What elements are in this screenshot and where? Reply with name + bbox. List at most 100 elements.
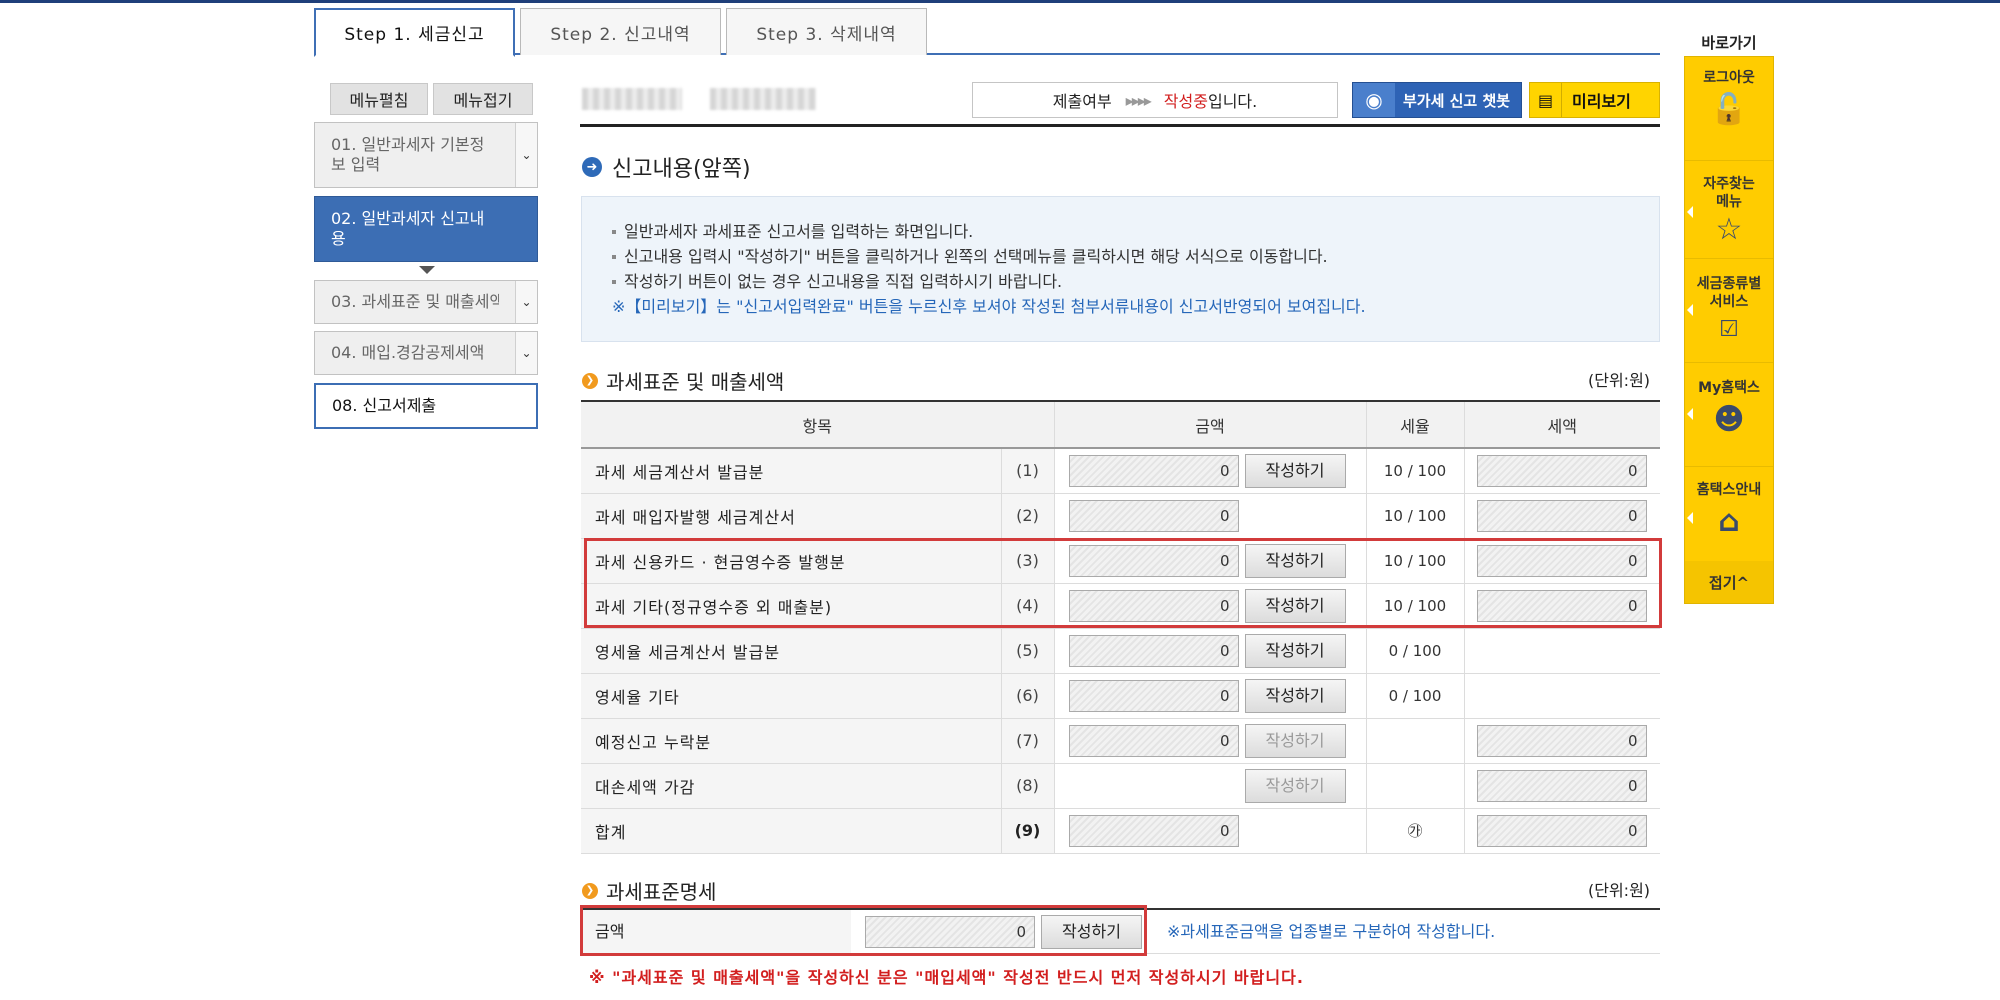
tax-cell: 0 <box>1463 448 1660 494</box>
chevron-down-icon[interactable]: ⌄ <box>515 123 537 187</box>
amount-input[interactable]: 0 <box>1068 814 1239 847</box>
row-item: 영세율 세금계산서 발급분 <box>581 628 1001 674</box>
step-02[interactable]: 02. 일반과세자 신고내용 <box>314 196 538 262</box>
step-03[interactable]: 03. 과세표준 및 매출세액 ⌄ <box>314 280 538 324</box>
table-row: 과세 세금계산서 발급분 (1) 0 작성하기 10 / 100 0 <box>581 448 1660 494</box>
bottom-note: ※ "과세표준 및 매출세액"을 작성하신 분은 "매입세액" 작성전 반드시 … <box>589 968 1304 987</box>
chevron-down-icon[interactable]: ⌄ <box>515 332 537 374</box>
status-suffix: 입니다. <box>1207 92 1258 111</box>
amount-cell: 0 작성하기 <box>1053 673 1366 719</box>
table-row: 과세 매입자발행 세금계산서 (2) 0 10 / 100 0 <box>581 493 1660 539</box>
step-arrow-icon <box>419 266 435 274</box>
rate-cell: 10 / 100 <box>1365 493 1464 539</box>
row-number: (7) <box>1000 718 1054 764</box>
quick-panel: 로그아웃 🔓 자주찾는 메뉴 ☆ 세금종류별 서비스 ☑ My홈택스 ☻ 홈택스… <box>1684 56 1774 604</box>
row-item: 영세율 기타 <box>581 673 1001 719</box>
section1-heading: ➜ 신고내용(앞쪽) <box>582 151 751 183</box>
tab-step3[interactable]: Step 3. 삭제내역 <box>726 8 927 55</box>
tax-cell <box>1463 628 1660 674</box>
quick-guide-label: 홈택스안내 <box>1696 482 1762 498</box>
tax-input[interactable]: 0 <box>1476 769 1647 802</box>
rate-cell: 0 / 100 <box>1365 673 1464 719</box>
expand-left-icon <box>1687 304 1693 316</box>
tax-input[interactable]: 0 <box>1476 814 1647 847</box>
step-08[interactable]: 08. 신고서제출 <box>314 383 538 429</box>
status-prefix: 제출여부 <box>1052 92 1112 111</box>
chatbot-icon: ◉ <box>1353 83 1395 117</box>
amount-input[interactable]: 0 <box>1068 499 1239 532</box>
write-button[interactable]: 작성하기 <box>1244 453 1346 488</box>
tax-cell <box>1463 673 1660 719</box>
col-item: 항목 <box>581 400 1054 449</box>
write-button[interactable]: 작성하기 <box>1244 633 1346 668</box>
quick-fold-button[interactable]: 접기^ <box>1685 561 1773 603</box>
quick-my-hometax-label: My홈택스 <box>1698 380 1760 396</box>
tax-base-hint: ※과세표준금액을 업종별로 구분하여 작성합니다. <box>1167 922 1496 941</box>
amount-input[interactable]: 0 <box>1068 454 1239 487</box>
quick-logout-label: 로그아웃 <box>1703 70 1755 86</box>
tab-step2[interactable]: Step 2. 신고내역 <box>520 8 721 55</box>
section2-title: 과세표준 및 매출세액 <box>606 370 785 394</box>
menu-collapse-button[interactable]: 메뉴접기 <box>433 83 533 115</box>
tax-input[interactable]: 0 <box>1476 724 1647 757</box>
status-value: 작성중 <box>1163 92 1208 111</box>
tax-cell: 0 <box>1463 763 1660 809</box>
row-number: (8) <box>1000 763 1054 809</box>
tab-step1[interactable]: Step 1. 세금신고 <box>314 8 515 57</box>
quick-tax-service[interactable]: 세금종류별 서비스 ☑ <box>1685 259 1773 363</box>
quick-tax-service-label: 세금종류별 서비스 <box>1696 276 1762 310</box>
step-01[interactable]: 01. 일반과세자 기본정보 입력 ⌄ <box>314 122 538 188</box>
step-03-label: 03. 과세표준 및 매출세액 <box>331 292 499 311</box>
section3-unit: (단위:원) <box>1588 881 1651 900</box>
arrow-right-icon: ➜ <box>582 157 602 177</box>
info-note: ※【미리보기】는 "신고서입력완료" 버튼을 누르신후 보셔야 작성된 첨부서류… <box>612 297 1366 316</box>
quick-favorites[interactable]: 자주찾는 메뉴 ☆ <box>1685 161 1773 259</box>
expand-left-icon <box>1687 408 1693 420</box>
row-item: 합계 <box>581 808 1001 854</box>
preview-label: 미리보기 <box>1572 92 1631 111</box>
amount-input[interactable]: 0 <box>1068 634 1239 667</box>
step-tabs: Step 1. 세금신고 Step 2. 신고내역 Step 3. 삭제내역 <box>314 8 1660 57</box>
quick-panel-title: 바로가기 <box>1701 34 1757 52</box>
home-icon: ⌂ <box>1718 504 1740 539</box>
rate-cell: 0 / 100 <box>1365 628 1464 674</box>
chatbot-button[interactable]: ◉ 부가세 신고 챗봇 <box>1352 82 1522 118</box>
row-number: (2) <box>1000 493 1054 539</box>
col-rate: 세율 <box>1365 400 1464 449</box>
section3-title: 과세표준명세 <box>606 880 717 904</box>
section2-unit: (단위:원) <box>1588 371 1651 390</box>
amount-cell: 0 작성하기 <box>1053 448 1366 494</box>
rate-cell: ㉮ <box>1365 808 1464 854</box>
row-number: (1) <box>1000 448 1054 494</box>
preview-button[interactable]: ▤ 미리보기 <box>1529 82 1660 118</box>
amount-cell: 작성하기 <box>1053 763 1366 809</box>
amount-input[interactable]: 0 <box>1068 724 1239 757</box>
step-01-label: 01. 일반과세자 기본정보 입력 <box>331 135 485 174</box>
row-item: 대손세액 가감 <box>581 763 1001 809</box>
write-button[interactable]: 작성하기 <box>1244 678 1346 713</box>
quick-logout[interactable]: 로그아웃 🔓 <box>1685 57 1773 161</box>
amount-cell: 0 작성하기 <box>1053 718 1366 764</box>
tax-cell: 0 <box>1463 808 1660 854</box>
info-line: 일반과세자 과세표준 신고서를 입력하는 화면입니다. <box>612 219 1629 244</box>
step-04[interactable]: 04. 매입.경감공제세액 ⌄ <box>314 331 538 375</box>
write-button-disabled: 작성하기 <box>1244 723 1346 758</box>
bullet-icon: ❯ <box>582 372 598 389</box>
amount-input[interactable]: 0 <box>1068 679 1239 712</box>
header-divider <box>580 124 1660 127</box>
info-line: 신고내용 입력시 "작성하기" 버튼을 클릭하거나 왼쪽의 선택메뉴를 클릭하시… <box>612 244 1629 269</box>
quick-my-hometax[interactable]: My홈택스 ☻ <box>1685 363 1773 467</box>
tax-cell: 0 <box>1463 718 1660 764</box>
top-accent-line <box>0 0 2000 3</box>
menu-expand-button[interactable]: 메뉴펼침 <box>330 83 428 115</box>
amount-cell: 0 <box>1053 808 1366 854</box>
tax-input[interactable]: 0 <box>1476 454 1647 487</box>
row-number: (6) <box>1000 673 1054 719</box>
quick-guide[interactable]: 홈택스안내 ⌂ <box>1685 467 1773 563</box>
amount-cell: 0 작성하기 <box>1053 628 1366 674</box>
status-arrows: ▸▸▸▸ <box>1125 90 1152 110</box>
tax-input[interactable]: 0 <box>1476 499 1647 532</box>
chevron-down-icon[interactable]: ⌄ <box>515 281 537 323</box>
user-icon: ☻ <box>1713 402 1745 437</box>
row-item: 예정신고 누락분 <box>581 718 1001 764</box>
